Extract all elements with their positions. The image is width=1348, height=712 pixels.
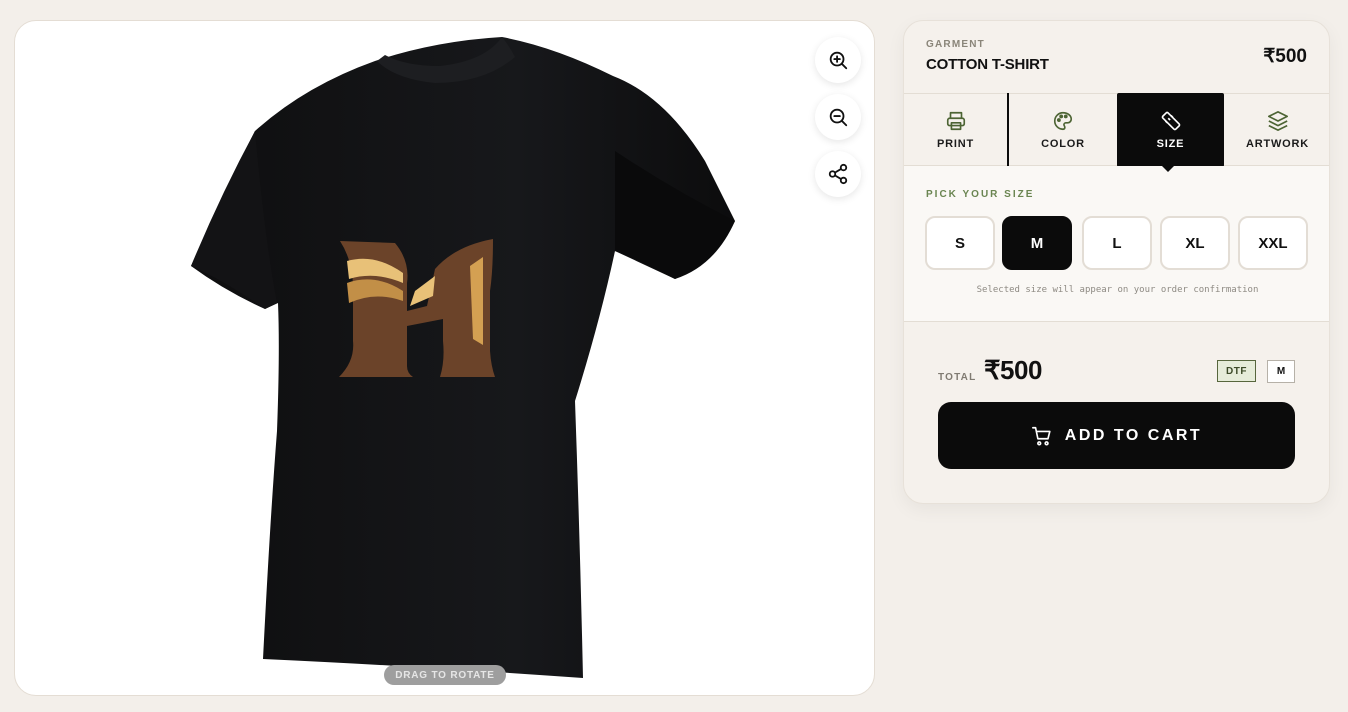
size-note: Selected size will appear on your order …: [976, 285, 1259, 295]
garment-price: ₹500: [1263, 46, 1307, 67]
cart-icon: [1031, 426, 1051, 446]
share-icon: [828, 163, 848, 185]
size-option-xl[interactable]: XL: [1160, 216, 1230, 270]
pick-size-label: PICK YOUR SIZE: [926, 189, 1035, 200]
add-to-cart-label: ADD TO CART: [1064, 426, 1203, 444]
size-option-m[interactable]: M: [1002, 216, 1072, 270]
tab-color-label: COLOR: [1041, 138, 1085, 150]
size-picker: PICK YOUR SIZE S M L XL XXL Selected siz…: [904, 166, 1329, 322]
size-option-xxl[interactable]: XXL: [1238, 216, 1308, 270]
active-tab-pointer: [1162, 166, 1174, 172]
print-method-badge: DTF: [1217, 360, 1256, 382]
add-to-cart-button[interactable]: ADD TO CART: [938, 402, 1295, 469]
zoom-out-button[interactable]: [815, 94, 861, 140]
total-value: ₹500: [984, 355, 1042, 385]
share-button[interactable]: [815, 151, 861, 197]
size-option-s[interactable]: S: [925, 216, 995, 270]
total-label: TOTAL: [938, 372, 977, 383]
selected-size-badge: M: [1267, 360, 1295, 383]
tab-color[interactable]: COLOR: [1010, 93, 1116, 167]
palette-icon: [1054, 111, 1073, 131]
ruler-icon: [1161, 111, 1180, 131]
tab-size[interactable]: SIZE: [1117, 93, 1224, 167]
drag-to-rotate-hint: DRAG TO ROTATE: [384, 665, 506, 685]
layers-icon: [1267, 111, 1288, 131]
size-option-l[interactable]: L: [1082, 216, 1152, 270]
customizer-panel: GARMENT COTTON T-SHIRT ₹500 PRINT COLOR …: [903, 20, 1330, 504]
garment-name: COTTON T-SHIRT: [926, 56, 1049, 73]
tab-size-label: SIZE: [1156, 138, 1185, 150]
printer-icon: [946, 111, 965, 131]
product-viewer[interactable]: DRAG TO ROTATE: [14, 20, 875, 696]
tab-print-label: PRINT: [937, 138, 974, 150]
tab-artwork-label: ARTWORK: [1245, 138, 1310, 150]
option-tabs: PRINT COLOR SIZE ARTWORK: [904, 93, 1329, 167]
zoom-in-button[interactable]: [815, 37, 861, 83]
tab-print[interactable]: PRINT: [904, 93, 1009, 167]
garment-label: GARMENT: [926, 39, 985, 50]
zoom-in-icon: [829, 51, 848, 70]
tab-artwork[interactable]: ARTWORK: [1224, 93, 1329, 167]
tshirt-3d-model[interactable]: [15, 21, 875, 696]
zoom-out-icon: [829, 108, 848, 127]
